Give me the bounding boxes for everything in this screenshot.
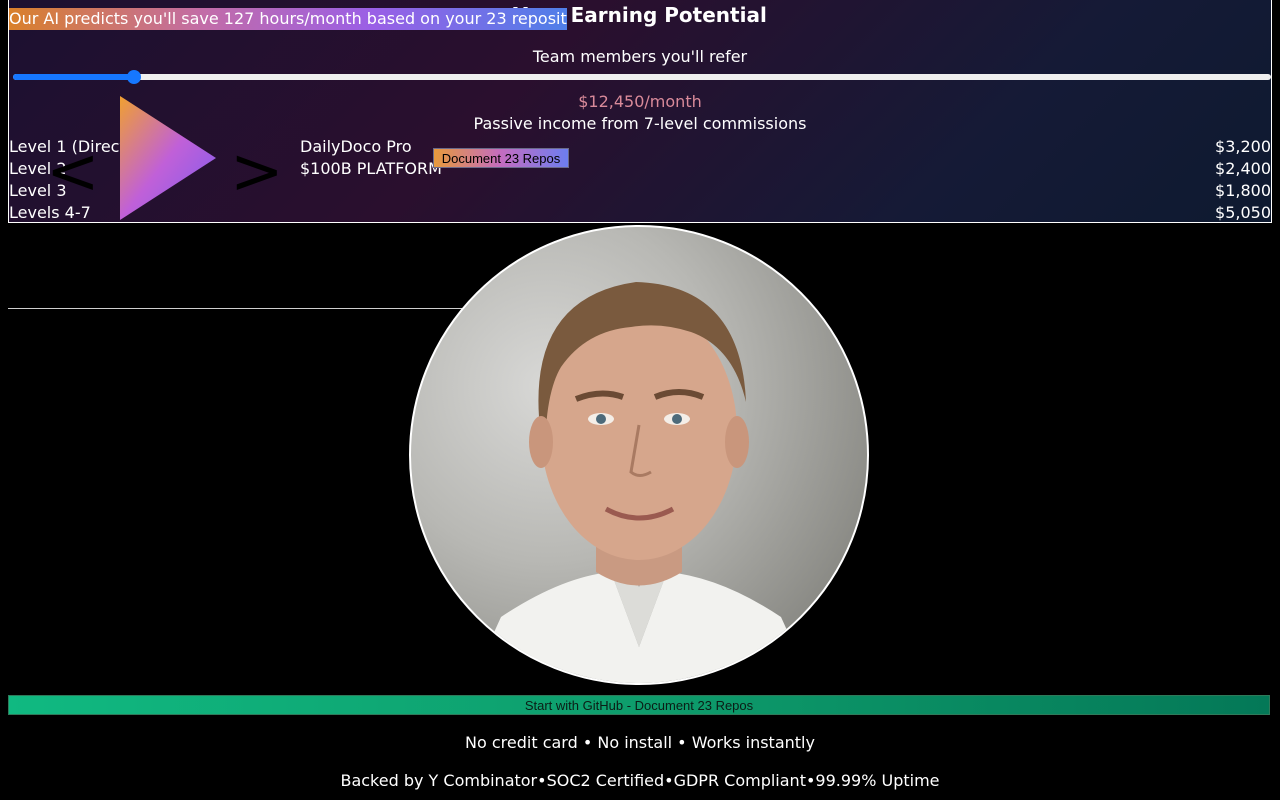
document-repos-button[interactable]: Document 23 Repos — [433, 148, 569, 168]
product-carousel: < > — [40, 90, 300, 225]
founder-avatar — [409, 225, 869, 685]
level-value: $3,200 — [1215, 137, 1271, 156]
trust-badges: Backed by Y Combinator•SOC2 Certified•GD… — [340, 771, 940, 790]
referral-slider-thumb[interactable] — [126, 70, 141, 84]
level-value: $5,050 — [1215, 203, 1271, 222]
product-info: DailyDoco Pro $100B PLATFORM — [300, 136, 442, 180]
level-value: $1,800 — [1215, 181, 1271, 200]
portrait-image — [471, 282, 811, 683]
product-tagline: $100B PLATFORM — [300, 159, 442, 178]
carousel-prev-button[interactable]: < — [46, 140, 100, 204]
referral-slider-label: Team members you'll refer — [532, 47, 748, 66]
signup-note: No credit card • No install • Works inst… — [465, 733, 815, 752]
referral-slider[interactable] — [13, 70, 1271, 84]
product-name: DailyDoco Pro — [300, 137, 412, 156]
play-icon[interactable] — [112, 96, 216, 222]
start-with-github-button[interactable]: Start with GitHub - Document 23 Repos — [8, 695, 1270, 715]
level-value: $2,400 — [1215, 159, 1271, 178]
carousel-next-button[interactable]: > — [230, 140, 284, 204]
ai-prediction-banner: Our AI predicts you'll save 127 hours/mo… — [9, 8, 567, 30]
referral-slider-fill — [13, 74, 134, 80]
page: Your Earning Potential Our AI predicts y… — [0, 0, 1280, 800]
